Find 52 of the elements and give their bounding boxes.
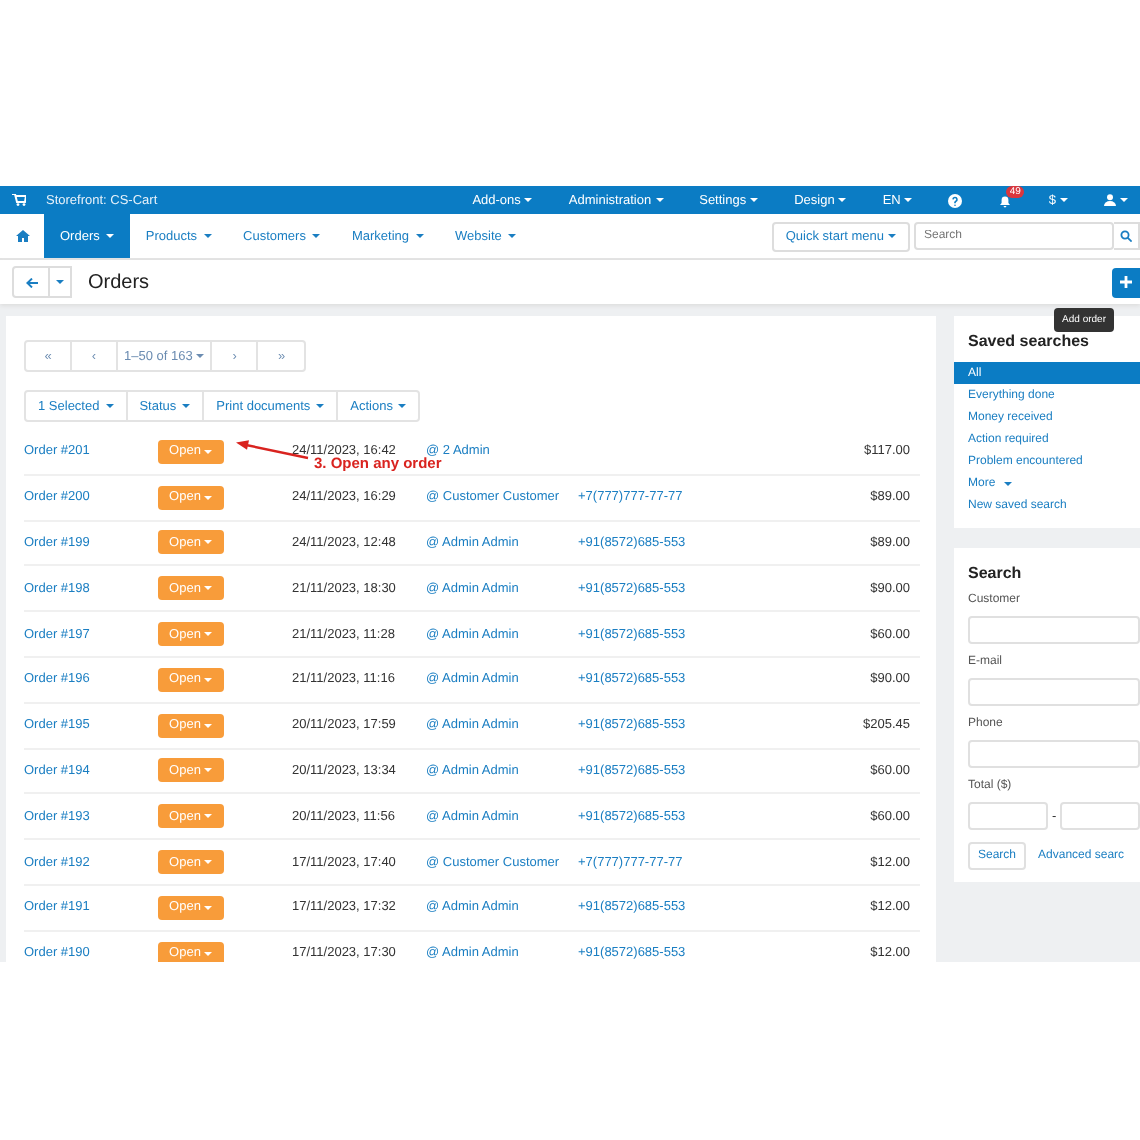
search-button[interactable] — [1114, 222, 1140, 250]
caret-icon — [204, 814, 213, 819]
input-field[interactable] — [968, 740, 1140, 768]
caret-icon — [1003, 481, 1012, 485]
input-field[interactable] — [968, 678, 1140, 706]
caret-icon — [204, 632, 213, 637]
caret-icon — [750, 198, 759, 202]
caret-icon — [204, 677, 213, 682]
caret-icon — [204, 905, 213, 910]
search-icon — [1120, 230, 1132, 242]
caret-icon — [1120, 198, 1128, 202]
input-field[interactable] — [968, 802, 1048, 830]
caret-icon — [203, 234, 212, 238]
caret-icon — [56, 280, 64, 284]
back-button[interactable] — [12, 266, 50, 298]
caret-icon — [204, 449, 213, 454]
add-button[interactable] — [1112, 267, 1140, 297]
caret-icon — [105, 404, 114, 408]
caret-icon — [415, 234, 424, 238]
user-icon — [1104, 194, 1116, 206]
panel-title: Search — [966, 564, 1024, 582]
caret-icon — [507, 234, 516, 238]
caret-icon — [904, 198, 913, 202]
bell-icon — [998, 193, 1013, 207]
arrow-left-icon — [25, 277, 37, 287]
caret-icon — [204, 768, 213, 773]
caret-icon — [311, 234, 320, 238]
home-icon — [15, 230, 29, 242]
caret-icon — [838, 198, 847, 202]
caret-icon — [524, 198, 533, 202]
page-title: Orders — [88, 271, 150, 293]
plus-icon — [1120, 276, 1132, 288]
cart-icon — [12, 194, 26, 206]
caret-icon — [316, 404, 325, 408]
caret-icon — [888, 234, 896, 238]
panel-title: Saved searches — [966, 332, 1091, 350]
caret-icon — [204, 951, 213, 956]
caret-icon — [204, 586, 213, 591]
caret-icon — [204, 495, 213, 500]
caret-icon — [655, 198, 664, 202]
caret-icon — [182, 404, 191, 408]
dropdown-button[interactable] — [50, 266, 72, 298]
caret-icon — [204, 723, 213, 728]
caret-icon — [105, 234, 114, 238]
input-field[interactable] — [968, 616, 1140, 644]
caret-icon — [204, 540, 213, 545]
caret-icon — [1060, 198, 1068, 202]
input-field[interactable] — [1060, 802, 1140, 830]
caret-icon — [204, 860, 213, 865]
help-icon — [948, 193, 963, 207]
caret-icon — [196, 354, 205, 358]
caret-icon — [398, 404, 407, 408]
